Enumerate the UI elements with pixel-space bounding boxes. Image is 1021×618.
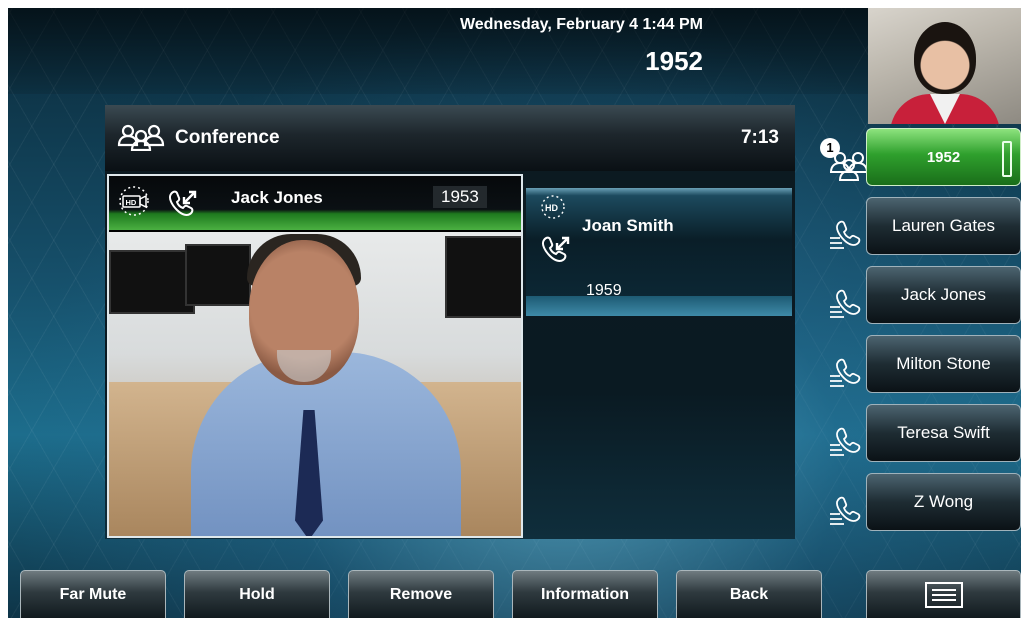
line-key-label: Teresa Swift bbox=[897, 423, 990, 442]
caller-number: 1953 bbox=[433, 186, 487, 208]
menu-icon bbox=[924, 581, 963, 608]
handset-icon bbox=[830, 496, 861, 525]
conference-title: Conference bbox=[175, 127, 280, 148]
background-monitor bbox=[445, 236, 521, 318]
conference-duration: 7:13 bbox=[740, 127, 779, 148]
self-view-face bbox=[914, 22, 976, 94]
call-jack-jones[interactable]: HD Jack Jones 1953 bbox=[107, 174, 523, 538]
remove-button[interactable]: Remove bbox=[348, 570, 494, 618]
line-key-teresa-swift[interactable]: Teresa Swift bbox=[866, 404, 1021, 462]
softkey-label: Remove bbox=[389, 585, 453, 603]
line-key-active[interactable]: 1952 bbox=[866, 128, 1021, 186]
hold-button[interactable]: Hold bbox=[184, 570, 330, 618]
status-bar: Wednesday, February 4 1:44 PM 1952 bbox=[8, 8, 868, 94]
line-key-jack-jones[interactable]: Jack Jones bbox=[866, 266, 1021, 324]
information-button[interactable]: Information bbox=[512, 570, 658, 618]
date-time: Wednesday, February 4 1:44 PM bbox=[459, 16, 703, 33]
conference-icon bbox=[117, 124, 165, 151]
line-key-label: Lauren Gates bbox=[891, 216, 995, 235]
line-key-z-wong[interactable]: Z Wong bbox=[866, 473, 1021, 531]
hd-video-icon: HD bbox=[119, 186, 149, 216]
menu-button[interactable] bbox=[866, 570, 1021, 618]
line-key-milton-stone[interactable]: Milton Stone bbox=[866, 335, 1021, 393]
background-monitor bbox=[185, 244, 251, 306]
line-key-lauren-gates[interactable]: Lauren Gates bbox=[866, 197, 1021, 255]
far-mute-button[interactable]: Far Mute bbox=[20, 570, 166, 618]
svg-text:HD: HD bbox=[126, 198, 137, 207]
softkey-label: Hold bbox=[239, 585, 275, 603]
handset-icon bbox=[830, 289, 861, 318]
handset-icon bbox=[830, 220, 861, 249]
line-key-label: Milton Stone bbox=[896, 354, 991, 373]
handset-icon bbox=[830, 358, 861, 387]
conference-line-icon bbox=[829, 152, 868, 181]
softkey-label: Far Mute bbox=[59, 585, 127, 603]
call-footer bbox=[526, 296, 792, 316]
background-monitor bbox=[109, 250, 195, 314]
line-key-label: Z Wong bbox=[913, 492, 974, 511]
svg-text:HD: HD bbox=[545, 203, 558, 213]
back-button[interactable]: Back bbox=[676, 570, 822, 618]
softkey-label: Information bbox=[541, 585, 629, 603]
handset-icon bbox=[830, 427, 861, 456]
hd-icon: HD bbox=[541, 195, 565, 219]
caller-name: Jack Jones bbox=[231, 188, 323, 207]
conference-header: Conference 7:13 bbox=[105, 105, 795, 173]
remote-video bbox=[109, 232, 521, 536]
self-view-video bbox=[868, 8, 1021, 124]
call-connected-icon bbox=[541, 236, 570, 262]
call-header: HD Jack Jones 1953 bbox=[109, 176, 521, 230]
caller-name: Joan Smith bbox=[582, 216, 674, 235]
call-joan-smith[interactable]: HD Joan Smith 1959 bbox=[526, 188, 792, 316]
call-connected-icon bbox=[168, 190, 197, 216]
phone-screen: Wednesday, February 4 1:44 PM 1952 Confe… bbox=[8, 8, 1021, 618]
own-extension: 1952 bbox=[645, 46, 703, 76]
line-key-label: 1952 bbox=[926, 148, 961, 166]
line-key-label: Jack Jones bbox=[900, 285, 987, 304]
softkey-label: Back bbox=[729, 585, 769, 603]
